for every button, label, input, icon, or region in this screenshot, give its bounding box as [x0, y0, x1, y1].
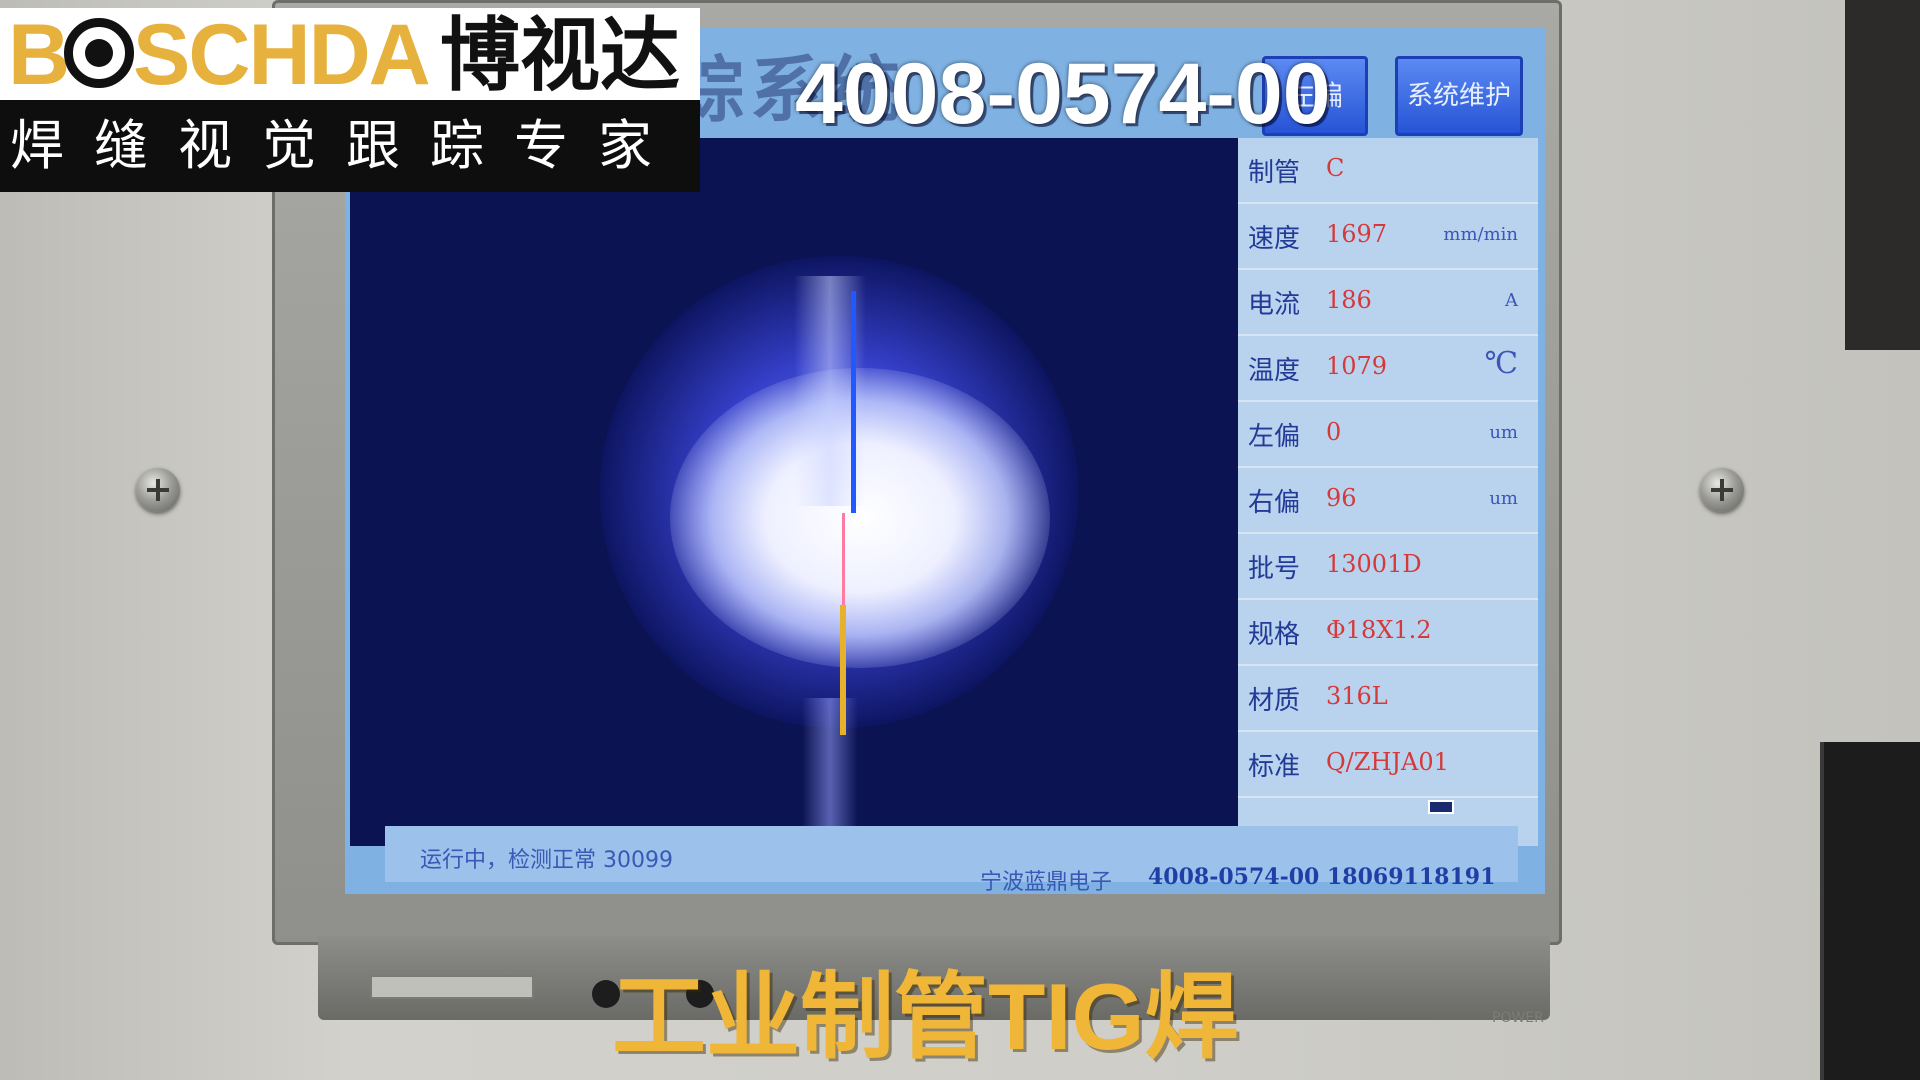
param-value: 96 [1326, 484, 1357, 512]
param-row-batch: 批号 13001D [1238, 534, 1538, 600]
param-row-speed: 速度 1697 mm/min [1238, 204, 1538, 270]
tracking-line-yellow [840, 605, 846, 735]
param-value: 316L [1326, 682, 1388, 710]
param-value: 1697 [1326, 220, 1388, 248]
param-label: 右偏 [1248, 488, 1301, 518]
hotline-overlay: 4008-0574-00 [795, 46, 1331, 142]
screw-icon [1700, 468, 1744, 512]
weld-camera-view [350, 138, 1238, 846]
brand-tagline: 焊缝视觉跟踪专家 [10, 114, 682, 177]
run-status-text: 运行中，检测正常 30099 [420, 848, 673, 873]
param-label: 材质 [1248, 686, 1301, 716]
param-label: 速度 [1248, 224, 1301, 254]
weld-seam [802, 698, 858, 846]
param-label: 批号 [1248, 554, 1301, 584]
param-value: Φ18X1.2 [1326, 616, 1432, 644]
parameter-panel: 制管 C 速度 1697 mm/min 电流 186 A 温度 1079 ℃ 左… [1238, 138, 1538, 846]
video-caption: 工业制管TIG焊 [612, 964, 1239, 1069]
param-row-standard: 标准 Q/ZHJA01 [1238, 732, 1538, 798]
eye-logo-icon [64, 18, 134, 88]
cabinet-control-panel [1820, 742, 1920, 1080]
param-unit: um [1489, 488, 1518, 509]
param-value: 1079 [1326, 352, 1388, 380]
param-row-material: 材质 316L [1238, 666, 1538, 732]
param-label: 电流 [1248, 290, 1301, 320]
param-unit: A [1505, 290, 1518, 311]
param-row-left-offset: 左偏 0 um [1238, 402, 1538, 468]
param-label: 制管 [1248, 158, 1301, 188]
param-row-right-offset: 右偏 96 um [1238, 468, 1538, 534]
param-row-spec: 规格 Φ18X1.2 [1238, 600, 1538, 666]
monitor-slot [370, 975, 534, 999]
contact-numbers: 4008-0574-00 18069118191 [1148, 864, 1496, 890]
param-row-pipe: 制管 C [1238, 138, 1538, 204]
param-unit: ℃ [1484, 346, 1518, 381]
param-value: 0 [1326, 418, 1342, 446]
param-value: 186 [1326, 286, 1372, 314]
param-unit: um [1489, 422, 1518, 443]
tracking-line-blue [851, 291, 856, 513]
param-row-temperature: 温度 1079 ℃ [1238, 336, 1538, 402]
param-label: 左偏 [1248, 422, 1301, 452]
param-unit: mm/min [1443, 224, 1518, 245]
power-label: POWER [1492, 1010, 1544, 1026]
param-value: C [1326, 154, 1345, 182]
param-value: Q/ZHJA01 [1326, 748, 1449, 776]
param-label: 标准 [1248, 752, 1301, 782]
param-row-current: 电流 186 A [1238, 270, 1538, 336]
status-indicator [1428, 800, 1454, 814]
param-label: 规格 [1248, 620, 1301, 650]
cabinet-dark-panel [1845, 0, 1920, 350]
brand-chinese-name: 博视达 [440, 9, 680, 102]
tracking-line-red [842, 513, 845, 605]
screw-icon [136, 468, 180, 512]
param-label: 温度 [1248, 356, 1301, 386]
company-name: 宁波蓝鼎电子 [980, 870, 1113, 895]
param-value: 13001D [1326, 550, 1422, 578]
system-maintenance-button[interactable]: 系统维护 [1395, 56, 1523, 136]
